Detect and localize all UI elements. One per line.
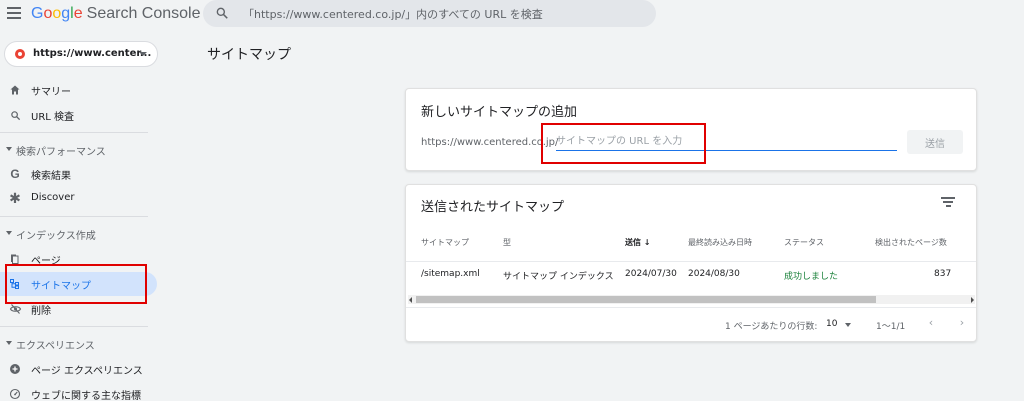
eye-off-icon [8, 302, 22, 316]
collapse-triangle-icon [6, 147, 12, 151]
pagination-range: 1〜1/1 [876, 322, 906, 332]
collapse-triangle-icon [6, 231, 12, 235]
sidebar-item-removals[interactable]: 削除 [0, 297, 157, 321]
hamburger-menu-icon[interactable] [7, 7, 21, 19]
sidebar-item-page-experience[interactable]: ページ エクスペリエンス [0, 357, 157, 381]
cell-submitted: 2024/07/30 [625, 269, 677, 279]
cell-last-read: 2024/08/30 [688, 269, 740, 279]
cell-status: 成功しました [784, 272, 839, 282]
divider [0, 216, 148, 217]
search-placeholder: 「https://www.centered.co.jp/」内のすべての URL … [243, 8, 543, 21]
rows-per-page-label: 1 ページあたりの行数: [725, 322, 818, 332]
top-bar: Google Search Console 「https://www.center… [0, 0, 1024, 30]
pages-icon [8, 252, 22, 266]
home-icon [8, 83, 22, 97]
url-prefix: https://www.centered.co.jp/ [421, 137, 559, 148]
section-indexing[interactable]: インデックス作成 [0, 224, 150, 244]
column-header-type[interactable]: 型 [503, 237, 511, 248]
section-experience[interactable]: エクスペリエンス [0, 334, 150, 354]
property-favicon-icon [15, 49, 25, 59]
section-search-performance[interactable]: 検索パフォーマンス [0, 140, 150, 160]
property-label: https://www.center... [33, 48, 152, 59]
cell-type: サイトマップ インデックス [503, 272, 614, 282]
sitemap-icon [8, 277, 22, 291]
asterisk-icon: ✱ [9, 191, 21, 207]
column-header-submitted[interactable]: 送信 ↓ [625, 237, 651, 248]
caret-down-icon[interactable] [845, 323, 851, 327]
scroll-right-arrow-icon[interactable] [971, 297, 974, 303]
submitted-sitemaps-card: 送信されたサイトマップ サイトマップ 型 送信 ↓ 最終読み込み日時 ステータス… [405, 184, 977, 342]
search-console-logo[interactable]: Google Search Console [31, 5, 200, 23]
row-divider [406, 261, 976, 262]
sitemap-url-input[interactable] [556, 127, 897, 151]
caret-down-icon [139, 52, 147, 56]
google-g-icon: G [10, 167, 20, 181]
add-sitemap-card: 新しいサイトマップの追加 https://www.centered.co.jp/… [405, 88, 977, 171]
sort-arrow-down-icon: ↓ [643, 238, 651, 247]
column-header-last-read[interactable]: 最終読み込み日時 [688, 237, 752, 248]
scroll-left-arrow-icon[interactable] [409, 297, 412, 303]
property-selector[interactable]: https://www.center... [4, 41, 158, 67]
scroll-thumb[interactable] [416, 296, 876, 303]
rows-per-page-select[interactable]: 10 [826, 319, 837, 329]
divider [0, 132, 148, 133]
submit-button[interactable]: 送信 [907, 130, 963, 154]
sidebar-item-core-web-vitals[interactable]: ウェブに関する主な指標 [0, 382, 157, 401]
sidebar-item-summary[interactable]: サマリー [0, 78, 157, 102]
divider [0, 326, 148, 327]
next-page-icon[interactable]: › [955, 316, 969, 330]
sidebar: https://www.center... サマリー URL 検査 検索パフォー… [0, 30, 190, 401]
row-divider [406, 307, 976, 308]
sidebar-item-url-inspection[interactable]: URL 検査 [0, 103, 157, 127]
sidebar-item-pages[interactable]: ページ [0, 247, 157, 271]
search-icon [8, 108, 22, 122]
cell-sitemap: /sitemap.xml [421, 269, 480, 279]
sidebar-item-search-results[interactable]: G 検索結果 [0, 162, 157, 186]
plus-circle-icon [8, 362, 22, 376]
gauge-icon [8, 387, 22, 401]
collapse-triangle-icon [6, 341, 12, 345]
url-inspection-search-bar[interactable]: 「https://www.centered.co.jp/」内のすべての URL … [203, 0, 656, 27]
sidebar-item-sitemaps[interactable]: サイトマップ [0, 272, 157, 296]
column-header-status[interactable]: ステータス [784, 237, 824, 248]
horizontal-scrollbar[interactable] [408, 295, 975, 304]
cell-discovered-pages: 837 [934, 269, 952, 279]
submitted-sitemaps-title: 送信されたサイトマップ [421, 200, 565, 215]
column-header-discovered-pages[interactable]: 検出されたページ数 [875, 237, 947, 248]
previous-page-icon[interactable]: ‹ [924, 316, 938, 330]
filter-icon[interactable] [941, 197, 955, 207]
sidebar-item-discover[interactable]: ✱ Discover [0, 187, 157, 211]
add-sitemap-title: 新しいサイトマップの追加 [421, 105, 578, 120]
search-icon [216, 7, 228, 19]
column-header-sitemap[interactable]: サイトマップ [421, 237, 469, 248]
page-title: サイトマップ [207, 47, 291, 63]
